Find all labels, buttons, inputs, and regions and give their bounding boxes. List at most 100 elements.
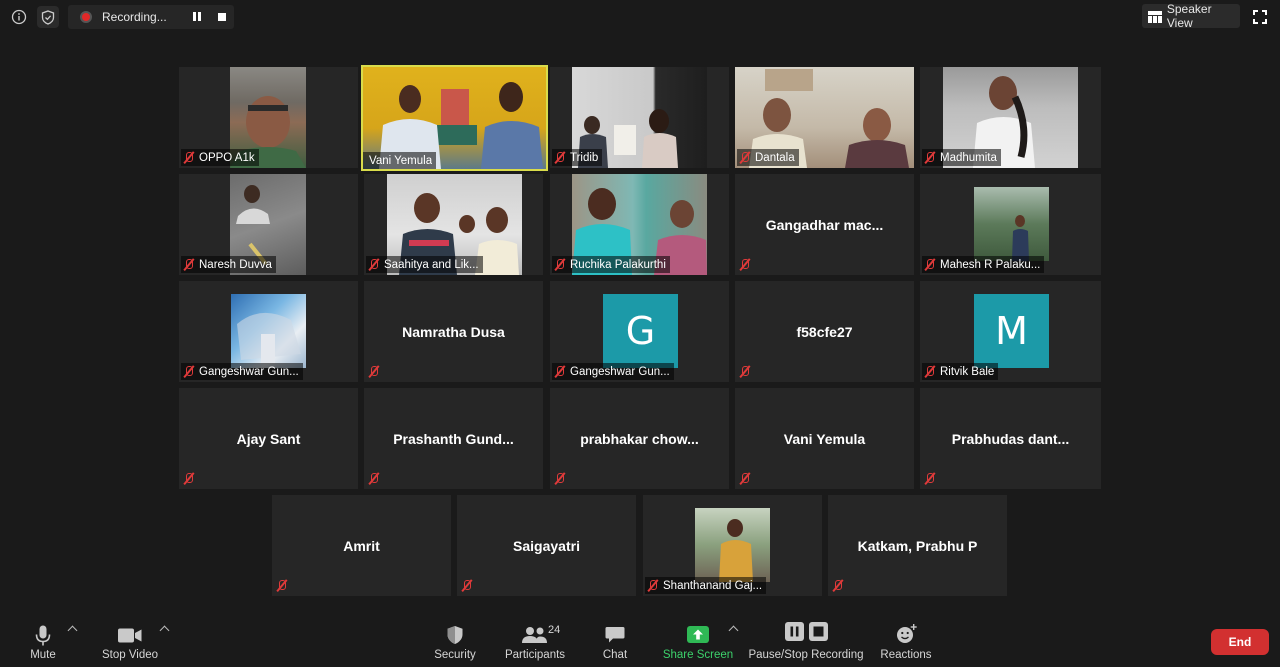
participant-tile[interactable]: G Gangeshwar Gun... bbox=[550, 281, 729, 382]
muted-mic-icon bbox=[183, 365, 195, 378]
pause-stop-recording-button[interactable]: Pause/Stop Recording bbox=[748, 617, 864, 667]
share-screen-button[interactable]: Share Screen bbox=[662, 617, 734, 667]
participant-tile[interactable]: Vani Yemula bbox=[735, 388, 914, 489]
speaker-view-label: Speaker View bbox=[1166, 2, 1212, 30]
participant-tile[interactable]: OPPO A1k bbox=[179, 67, 358, 168]
participant-tile[interactable]: Tridib bbox=[550, 67, 729, 168]
muted-mic-icon bbox=[739, 472, 751, 485]
pause-stop-recording-label: Pause/Stop Recording bbox=[748, 649, 864, 661]
participant-name: OPPO A1k bbox=[199, 151, 255, 164]
participant-name-tag bbox=[737, 363, 755, 380]
mute-label: Mute bbox=[30, 649, 56, 661]
mute-button[interactable]: Mute bbox=[18, 617, 68, 667]
participant-name-tag bbox=[737, 470, 755, 487]
participant-name-display: Namratha Dusa bbox=[402, 323, 505, 340]
participant-profile-photo bbox=[695, 508, 770, 582]
participant-name-display: Prabhudas dant... bbox=[951, 430, 1070, 447]
participant-tile[interactable]: prabhakar chow... bbox=[550, 388, 729, 489]
participant-name: Mahesh R Palaku... bbox=[940, 258, 1041, 271]
recording-label: Recording... bbox=[102, 10, 167, 24]
info-icon[interactable] bbox=[8, 6, 30, 28]
participant-tile[interactable]: Naresh Duvva bbox=[179, 174, 358, 275]
participant-name-display: Gangadhar mac... bbox=[765, 216, 884, 233]
muted-mic-icon bbox=[183, 151, 195, 164]
chat-bubble-icon bbox=[605, 627, 625, 643]
participant-name-tag bbox=[274, 577, 292, 594]
participant-profile-photo bbox=[231, 294, 306, 368]
participant-name: Ruchika Palakurthi bbox=[570, 258, 666, 271]
participant-name-display: prabhakar chow... bbox=[580, 430, 699, 447]
participant-name-tag: Shanthanand Gaj... bbox=[645, 577, 767, 594]
participant-avatar: M bbox=[974, 294, 1049, 368]
pause-recording-icon[interactable] bbox=[192, 12, 202, 22]
participant-name-tag: Ritvik Bale bbox=[922, 363, 999, 380]
top-bar: Recording... Speaker View bbox=[0, 0, 1280, 34]
fullscreen-icon[interactable] bbox=[1253, 10, 1267, 24]
participant-tile[interactable]: f58cfe27 bbox=[735, 281, 914, 382]
participant-tile[interactable]: Ajay Sant bbox=[179, 388, 358, 489]
participant-tile[interactable]: Namratha Dusa bbox=[364, 281, 543, 382]
participants-icon bbox=[522, 627, 547, 643]
muted-mic-icon bbox=[739, 365, 751, 378]
participants-button[interactable]: 24 Participants bbox=[500, 617, 570, 667]
participant-name: Gangeshwar Gun... bbox=[570, 365, 670, 378]
participant-name: Naresh Duvva bbox=[199, 258, 272, 271]
chat-label: Chat bbox=[602, 649, 628, 661]
participant-tile[interactable]: Prashanth Gund... bbox=[364, 388, 543, 489]
chat-button[interactable]: Chat bbox=[595, 617, 635, 667]
participant-name-tag: Vani Yemula bbox=[363, 152, 437, 169]
encryption-shield-icon[interactable] bbox=[37, 6, 59, 28]
participant-tile[interactable]: Katkam, Prabhu P bbox=[828, 495, 1007, 596]
participant-name-tag: Saahitya and Lik... bbox=[366, 256, 483, 273]
muted-mic-icon bbox=[368, 365, 380, 378]
muted-mic-icon bbox=[554, 151, 566, 164]
pause-stop-recording-icon bbox=[785, 622, 828, 641]
share-screen-arrow-icon bbox=[687, 626, 709, 643]
view-layout-icon bbox=[1148, 10, 1162, 23]
speaker-view-button[interactable]: Speaker View bbox=[1142, 2, 1240, 30]
end-meeting-button[interactable]: End bbox=[1211, 629, 1269, 655]
participant-tile[interactable]: Gangeshwar Gun... bbox=[179, 281, 358, 382]
participant-tile-active-speaker[interactable]: Vani Yemula bbox=[361, 65, 548, 171]
participant-tile[interactable]: Amrit bbox=[272, 495, 451, 596]
participant-name-tag: Gangeshwar Gun... bbox=[552, 363, 674, 380]
participant-name-tag bbox=[552, 470, 570, 487]
participant-name-tag bbox=[922, 470, 940, 487]
participant-name: Dantala bbox=[755, 151, 795, 164]
reactions-button[interactable]: Reactions bbox=[878, 617, 934, 667]
stop-recording-icon[interactable] bbox=[218, 13, 226, 21]
participant-name-tag bbox=[366, 363, 384, 380]
muted-mic-icon bbox=[276, 579, 288, 592]
participant-name-display: Katkam, Prabhu P bbox=[857, 537, 978, 554]
stop-video-button[interactable]: Stop Video bbox=[98, 617, 162, 667]
stop-video-label: Stop Video bbox=[101, 649, 159, 661]
participant-name-tag: Mahesh R Palaku... bbox=[922, 256, 1045, 273]
participant-tile[interactable]: Gangadhar mac... bbox=[735, 174, 914, 275]
participant-name-display: Ajay Sant bbox=[236, 430, 301, 447]
participant-tile[interactable]: M Ritvik Bale bbox=[920, 281, 1101, 382]
share-screen-label: Share Screen bbox=[662, 649, 734, 661]
participant-tile[interactable]: Shanthanand Gaj... bbox=[643, 495, 822, 596]
muted-mic-icon bbox=[832, 579, 844, 592]
recording-dot-icon bbox=[80, 11, 92, 23]
participant-tile[interactable]: Saahitya and Lik... bbox=[364, 174, 543, 275]
security-label: Security bbox=[434, 649, 476, 661]
security-button[interactable]: Security bbox=[430, 617, 480, 667]
muted-mic-icon bbox=[368, 472, 380, 485]
participant-name-display: Amrit bbox=[343, 537, 380, 554]
audio-options-chevron-icon[interactable] bbox=[67, 625, 78, 636]
muted-mic-icon bbox=[924, 258, 936, 271]
participant-name-tag: Naresh Duvva bbox=[181, 256, 276, 273]
participant-name-tag bbox=[366, 470, 384, 487]
participant-name-display: Vani Yemula bbox=[783, 430, 866, 447]
microphone-icon bbox=[35, 625, 51, 646]
participant-tile[interactable]: Madhumita bbox=[920, 67, 1101, 168]
participant-tile[interactable]: Ruchika Palakurthi bbox=[550, 174, 729, 275]
muted-mic-icon bbox=[647, 579, 659, 592]
participant-tile[interactable]: Prabhudas dant... bbox=[920, 388, 1101, 489]
participant-tile[interactable]: Mahesh R Palaku... bbox=[920, 174, 1101, 275]
participant-tile[interactable]: Saigayatri bbox=[457, 495, 636, 596]
participant-name-tag bbox=[181, 470, 199, 487]
participant-name: Vani Yemula bbox=[369, 154, 433, 167]
participant-tile[interactable]: Dantala bbox=[735, 67, 914, 168]
